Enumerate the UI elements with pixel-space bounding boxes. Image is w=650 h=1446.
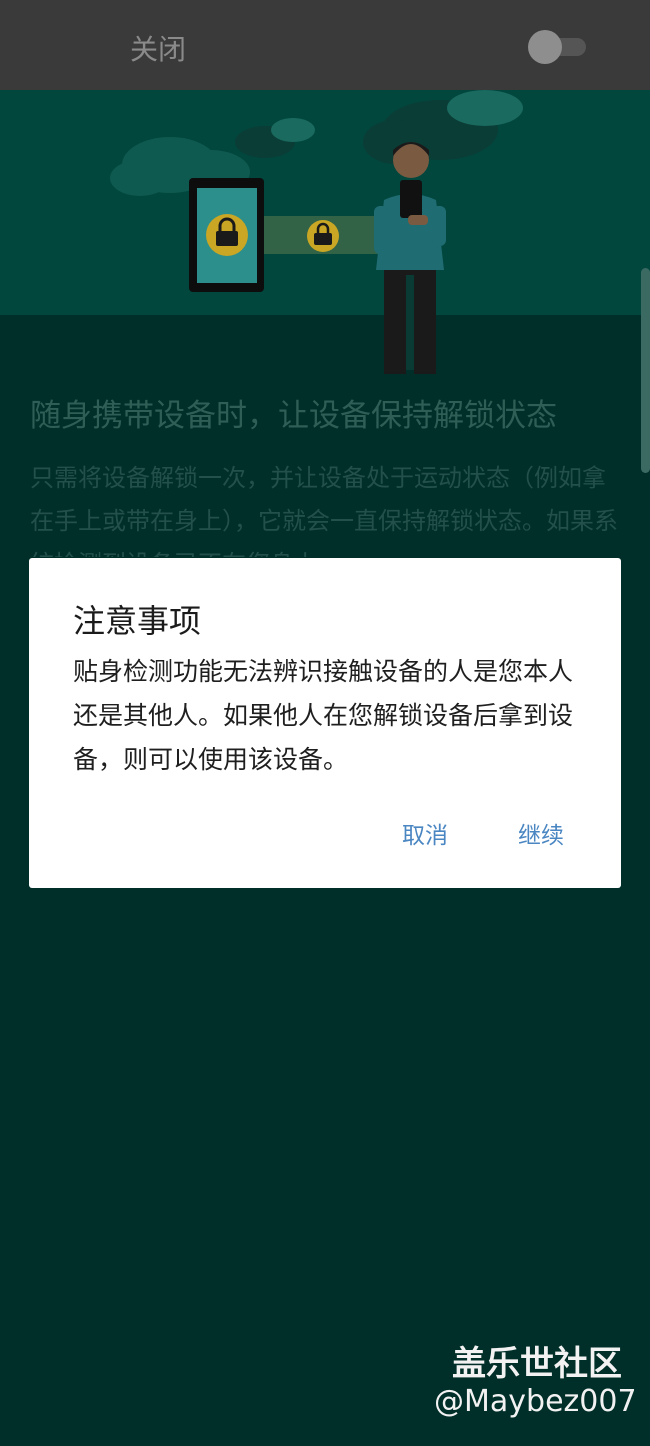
top-bar: 关闭	[0, 0, 650, 90]
watermark-site: 盖乐世社区	[452, 1344, 622, 1384]
lock-icon	[206, 214, 248, 256]
toggle-thumb	[528, 30, 562, 64]
master-switch-toggle[interactable]	[528, 30, 586, 64]
background-heading: 随身携带设备时，让设备保持解锁状态	[30, 398, 557, 434]
dialog-message: 贴身检测功能无法辨识接触设备的人是您本人还是其他人。如果他人在您解锁设备后拿到设…	[73, 657, 574, 774]
screen: 随身携带设备时，让设备保持解锁状态 只需将设备解锁一次，并让设备处于运动状态（例…	[0, 0, 650, 1446]
dialog-title: 注意事项	[73, 602, 202, 640]
switch-label: 关闭	[130, 33, 187, 66]
background-description: 只需将设备解锁一次，并让设备处于运动状态（例如拿在手上或带在身上），它就会一直保…	[30, 464, 618, 557]
person-illustration	[374, 142, 446, 374]
scrollbar[interactable]	[641, 268, 650, 473]
smart-lock-illustration	[110, 90, 523, 374]
continue-button[interactable]: 继续	[518, 816, 564, 850]
notice-dialog: 注意事项 贴身检测功能无法辨识接触设备的人是您本人还是其他人。如果他人在您解锁设…	[29, 558, 621, 888]
watermark-user: @Maybez007	[434, 1384, 637, 1419]
cancel-button[interactable]: 取消	[402, 816, 448, 850]
lock-icon	[307, 220, 339, 252]
